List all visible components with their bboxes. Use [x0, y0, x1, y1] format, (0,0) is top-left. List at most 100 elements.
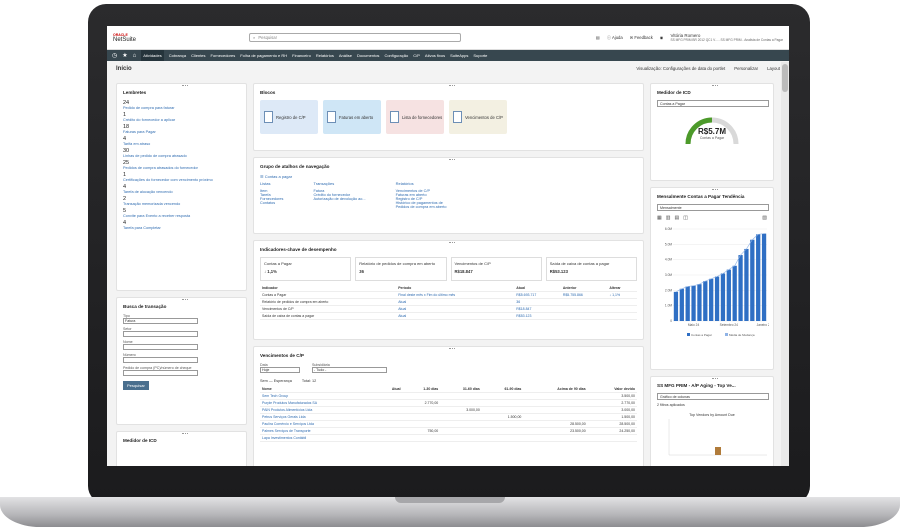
- reminder-link[interactable]: Tarefa para Completar: [123, 226, 240, 230]
- reminder-link[interactable]: Pedidos de compra atrasados do fornecedo…: [123, 166, 240, 170]
- search-button[interactable]: Pesquisar: [123, 381, 149, 390]
- chart-type-select[interactable]: Gráfico de colunas: [657, 393, 769, 400]
- drag-handle[interactable]: [448, 242, 455, 243]
- table-cell[interactable]: Atual: [396, 298, 515, 306]
- reminder-link[interactable]: Pedido de compra para faturar: [123, 106, 240, 110]
- netsuite-logo[interactable]: ORACLE NetSuite: [113, 33, 153, 43]
- reminder-link[interactable]: Certificações do fornecedor com vencimen…: [123, 178, 240, 182]
- feedback-link[interactable]: ✉ Feedback: [630, 35, 653, 40]
- nav-item[interactable]: C/P: [413, 53, 420, 58]
- table-cell[interactable]: Lapa Investimentos Contábil: [260, 434, 378, 442]
- bar-view-icon[interactable]: ▥: [666, 215, 671, 221]
- reminder-link[interactable]: Tarefa de alocação vencendo: [123, 190, 240, 194]
- field-input[interactable]: [123, 370, 198, 376]
- reminder-link[interactable]: Convite para Evento a receber resposta: [123, 214, 240, 218]
- table-cell[interactable]: Atual: [396, 305, 515, 313]
- nav-item[interactable]: Clientes: [191, 53, 205, 58]
- table-cell[interactable]: [607, 312, 637, 320]
- reminder-link[interactable]: Crédito do fornecedor a aplicar: [123, 118, 240, 122]
- scroll-thumb[interactable]: [782, 64, 788, 92]
- nav-item[interactable]: Configuração: [384, 53, 408, 58]
- personalize-button[interactable]: Personalizar: [734, 66, 758, 71]
- field-input[interactable]: Fatura: [123, 318, 198, 324]
- table-view-icon[interactable]: ▦: [657, 215, 662, 221]
- table-cell[interactable]: R$53.123: [514, 312, 561, 320]
- reminder-link[interactable]: Tarifa em atraso: [123, 142, 240, 146]
- star-icon[interactable]: ★: [122, 52, 127, 59]
- recent-icon[interactable]: ▤: [596, 35, 600, 40]
- nav-item[interactable]: Fornecedores: [211, 53, 236, 58]
- table-cell[interactable]: Purple Produtos Manufaturados SA: [260, 399, 378, 407]
- global-search[interactable]: ⌕ Pesquisar: [249, 33, 461, 42]
- block-tile[interactable]: Faturas em aberto: [323, 100, 381, 134]
- drag-handle[interactable]: [181, 433, 188, 434]
- field-input[interactable]: [123, 357, 198, 363]
- drag-handle[interactable]: [181, 85, 188, 86]
- trend-select[interactable]: Mensalmente: [657, 204, 769, 211]
- shortcut-link[interactable]: Pedidos de compra em aberto: [396, 205, 447, 209]
- nav-item[interactable]: Análise: [339, 53, 352, 58]
- field-input[interactable]: [123, 344, 198, 350]
- block-tile[interactable]: Vencimentos de C/P: [449, 100, 507, 134]
- reminder-link[interactable]: Transação memorizada vencendo: [123, 202, 240, 206]
- table-cell[interactable]: Paulira Comércio e Serviços Ltda: [260, 420, 378, 428]
- history-icon[interactable]: ◷: [112, 52, 117, 59]
- layout-button[interactable]: Layout: [767, 66, 780, 71]
- icd-select[interactable]: Contas a Pagar: [657, 100, 769, 107]
- table-cell[interactable]: Petrus Serviços Gerais Ltda: [260, 413, 378, 421]
- drag-handle[interactable]: [448, 159, 455, 160]
- table-cell[interactable]: R$5.693.717: [514, 291, 561, 299]
- drag-handle[interactable]: [712, 189, 718, 190]
- table-cell[interactable]: [560, 305, 608, 313]
- export-icon[interactable]: ▧: [762, 215, 767, 221]
- table-cell[interactable]: R$18.847: [514, 305, 561, 313]
- table-cell[interactable]: PAIN Produtos Alimentícios Ltda: [260, 406, 378, 414]
- block-tile[interactable]: Lista de fornecedores: [386, 100, 444, 134]
- table-cell[interactable]: R$5.755.866: [560, 291, 608, 299]
- nav-item[interactable]: Folha de pagamento e RH: [240, 53, 287, 58]
- reminder-link[interactable]: Linhas de pedido de compra atrasado: [123, 154, 240, 158]
- nav-item[interactable]: SuiteApps: [450, 53, 468, 58]
- nav-item[interactable]: Financeiro: [292, 53, 311, 58]
- kpi-card[interactable]: Contas a Pagar ↓ 1,1%: [260, 257, 352, 281]
- shortcut-heading[interactable]: Listas: [260, 181, 283, 186]
- shortcut-heading[interactable]: Relatórios: [396, 181, 447, 186]
- kpi-card[interactable]: Relatório de pedidos de compra em aberto…: [355, 257, 447, 281]
- drag-handle[interactable]: [448, 348, 455, 349]
- table-cell[interactable]: Sem Tech Group: [260, 392, 378, 400]
- table-cell[interactable]: ↓ 1,1%: [607, 291, 637, 299]
- field-input[interactable]: [123, 331, 198, 337]
- user-menu[interactable]: Vitória Romero SS MFG PRIM BR 2012 QC1 V…: [670, 33, 783, 43]
- line-view-icon[interactable]: ▤: [674, 215, 679, 221]
- kpi-card[interactable]: Saída de caixa de contas a pagar R$53.123: [545, 257, 637, 281]
- nav-item[interactable]: Atividades: [141, 50, 164, 61]
- filters-applied[interactable]: 2 filtros aplicados: [657, 403, 767, 407]
- drag-handle[interactable]: [448, 85, 455, 86]
- table-cell[interactable]: 36: [514, 298, 561, 306]
- sort-filter[interactable]: Sem — Esperança: [260, 379, 292, 383]
- block-tile[interactable]: Registro de C/P: [260, 100, 318, 134]
- kpi-card[interactable]: Vencimentos de C/P R$18.847: [450, 257, 542, 281]
- table-cell[interactable]: [607, 298, 637, 306]
- page-scrollbar[interactable]: [781, 62, 789, 466]
- shortcut-heading[interactable]: Transações: [313, 181, 365, 186]
- add-shortcut[interactable]: ☰ Contas a pagar: [260, 174, 637, 179]
- reminder-link[interactable]: Faturas para Pagar: [123, 130, 240, 134]
- table-cell[interactable]: Final deste mês x Fim do último mês: [396, 291, 515, 299]
- nav-item[interactable]: Ativos fixos: [425, 53, 445, 58]
- table-cell[interactable]: [607, 305, 637, 313]
- shortcut-link[interactable]: Contatos: [260, 201, 283, 205]
- date-select[interactable]: Hoje: [260, 367, 300, 373]
- drag-handle[interactable]: [712, 85, 718, 86]
- nav-item[interactable]: Cobrança: [169, 53, 186, 58]
- shortcut-link[interactable]: Autorização de devolução ao...: [313, 197, 365, 201]
- help-link[interactable]: ⓘ Ajuda: [607, 35, 623, 41]
- subsidiary-select[interactable]: - Tudo -: [312, 367, 387, 373]
- table-cell[interactable]: [560, 312, 608, 320]
- home-icon[interactable]: ⌂: [133, 53, 137, 59]
- table-cell[interactable]: [560, 298, 608, 306]
- drag-handle[interactable]: [712, 378, 718, 379]
- view-settings[interactable]: Visualização: Configurações de data do p…: [636, 66, 725, 71]
- area-view-icon[interactable]: ◫: [683, 215, 688, 221]
- nav-item[interactable]: Relatórios: [316, 53, 334, 58]
